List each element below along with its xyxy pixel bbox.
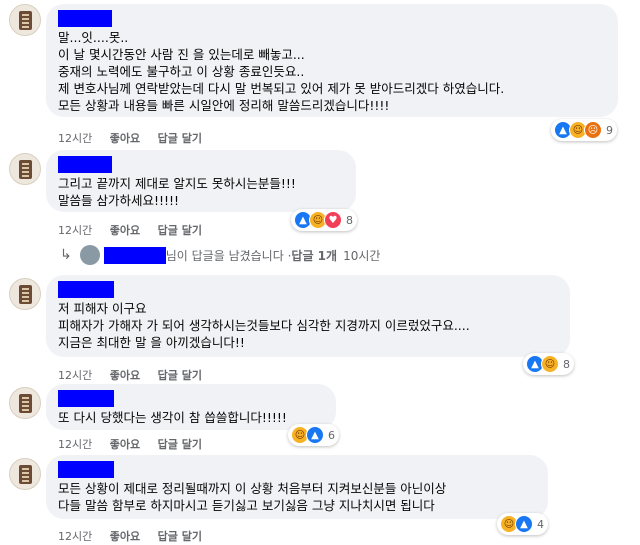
reply-author-avatar bbox=[79, 245, 100, 265]
commenter-avatar[interactable] bbox=[9, 387, 41, 419]
commenter-avatar[interactable] bbox=[9, 153, 41, 185]
reaction-count: 9 bbox=[606, 123, 613, 137]
comment-meta: 12시간 좋아요 답글 달기 bbox=[58, 222, 216, 238]
reply-button[interactable]: 답글 달기 bbox=[158, 438, 202, 451]
reply-count: 답글 1개 bbox=[291, 248, 338, 263]
comment-bubble: 모든 상황이 제대로 정리될때까지 이 상황 처음부터 지켜보신분들 아닌이상 … bbox=[46, 455, 548, 519]
reaction-summary[interactable]: ▲ ☺ ☹ 9 bbox=[551, 119, 617, 141]
reaction-summary[interactable]: ▲ ☺ 8 bbox=[523, 353, 574, 375]
like-button[interactable]: 좋아요 bbox=[110, 369, 140, 382]
comment-timestamp[interactable]: 12시간 bbox=[58, 530, 92, 543]
comment-bubble: 말...잇....못.. 이 날 몇시간동안 사람 진 을 있는데로 빼놓고..… bbox=[46, 4, 618, 117]
like-button[interactable]: 좋아요 bbox=[110, 530, 140, 543]
like-button[interactable]: 좋아요 bbox=[110, 132, 140, 145]
redacted-commenter-name[interactable] bbox=[58, 390, 114, 407]
reaction-summary[interactable]: ☺ ▲ 6 bbox=[288, 424, 339, 446]
reaction-count: 4 bbox=[537, 517, 544, 531]
reply-button[interactable]: 답글 달기 bbox=[158, 132, 202, 145]
like-button[interactable]: 좋아요 bbox=[110, 438, 140, 451]
angry-icon: ☹ bbox=[584, 121, 602, 139]
comment-text-line: 저 피해자 이구요 bbox=[58, 301, 147, 316]
reply-button[interactable]: 답글 달기 bbox=[158, 224, 202, 237]
reply-button[interactable]: 답글 달기 bbox=[158, 369, 202, 382]
reply-summary-text: 님이 답글을 남겼습니다 · bbox=[165, 248, 292, 263]
comment-timestamp[interactable]: 12시간 bbox=[58, 132, 92, 145]
comment-text-line: 중재의 노력에도 불구하고 이 상황 종료인듯요.. bbox=[58, 64, 305, 79]
like-icon: ▲ bbox=[306, 426, 324, 444]
comment-meta: 12시간 좋아요 답글 달기 bbox=[58, 367, 216, 383]
comment-timestamp[interactable]: 12시간 bbox=[58, 438, 92, 451]
reply-button[interactable]: 답글 달기 bbox=[158, 530, 202, 543]
redacted-reply-author-name bbox=[103, 246, 166, 264]
commenter-avatar[interactable] bbox=[9, 4, 41, 36]
comment-timestamp[interactable]: 12시간 bbox=[58, 224, 92, 237]
comment-bubble: 저 피해자 이구요 피해자가 가해자 가 되어 생각하시는것들보다 심각한 지경… bbox=[46, 275, 570, 357]
reply-timestamp: 10시간 bbox=[343, 248, 381, 263]
commenter-avatar[interactable] bbox=[9, 278, 41, 310]
comment-text-line: 말씀들 삼가하세요!!!!! bbox=[58, 193, 180, 208]
redacted-commenter-name[interactable] bbox=[58, 156, 112, 173]
comment-meta: 12시간 좋아요 답글 달기 bbox=[58, 436, 216, 452]
comment-text-line: 제 변호사님께 연락받았는데 다시 말 번복되고 있어 제가 못 받아드리겠다 … bbox=[58, 81, 505, 96]
redacted-commenter-name[interactable] bbox=[58, 281, 114, 298]
reaction-summary[interactable]: ▲ ☺ ♥ 8 bbox=[291, 209, 357, 231]
view-replies-link[interactable]: ↳ 님이 답글을 남겼습니다 · 답글 1개 10시간 bbox=[60, 245, 380, 265]
comment-meta: 12시간 좋아요 답글 달기 bbox=[58, 528, 216, 544]
comment-text-line: 지금은 최대한 말 을 아끼겠습니다!! bbox=[58, 335, 245, 350]
comment-text-line: 말...잇....못.. bbox=[58, 30, 129, 45]
redacted-commenter-name[interactable] bbox=[58, 10, 112, 27]
comment-bubble: 또 다시 당했다는 생각이 참 씁쓸합니다!!!!! bbox=[46, 384, 336, 430]
comment-text-line: 이 날 몇시간동안 사람 진 을 있는데로 빼놓고... bbox=[58, 47, 305, 62]
reply-arrow-icon: ↳ bbox=[60, 247, 72, 263]
comment-text-line: 다들 말씀 함부로 하지마시고 듣기싫고 보기싫음 그냥 지나치시면 됩니다 bbox=[58, 498, 435, 513]
love-icon: ♥ bbox=[324, 211, 342, 229]
comment-timestamp[interactable]: 12시간 bbox=[58, 369, 92, 382]
comment-text-line: 또 다시 당했다는 생각이 참 씁쓸합니다!!!!! bbox=[58, 410, 287, 425]
comment-bubble: 그리고 끝까지 제대로 알지도 못하시는분들!!! 말씀들 삼가하세요!!!!! bbox=[46, 150, 356, 212]
like-icon: ▲ bbox=[515, 515, 533, 533]
comment-text-line: 모든 상황이 제대로 정리될때까지 이 상황 처음부터 지켜보신분들 아닌이상 bbox=[58, 481, 447, 496]
redacted-commenter-name[interactable] bbox=[58, 461, 114, 478]
like-button[interactable]: 좋아요 bbox=[110, 224, 140, 237]
comment-meta: 12시간 좋아요 답글 달기 bbox=[58, 130, 216, 146]
care-icon: ☺ bbox=[541, 355, 559, 373]
commenter-avatar[interactable] bbox=[9, 458, 41, 490]
reaction-count: 8 bbox=[346, 213, 353, 227]
comment-text-line: 피해자가 가해자 가 되어 생각하시는것들보다 심각한 지경까지 이르렀었구요.… bbox=[58, 318, 470, 333]
reaction-count: 8 bbox=[563, 357, 570, 371]
comment-text-line: 그리고 끝까지 제대로 알지도 못하시는분들!!! bbox=[58, 176, 296, 191]
reaction-count: 6 bbox=[328, 428, 335, 442]
comment-text-line: 모든 상황과 내용들 빠른 시일안에 정리해 말씀드리겠습니다!!!! bbox=[58, 98, 390, 113]
reaction-summary[interactable]: ☺ ▲ 4 bbox=[497, 513, 548, 535]
